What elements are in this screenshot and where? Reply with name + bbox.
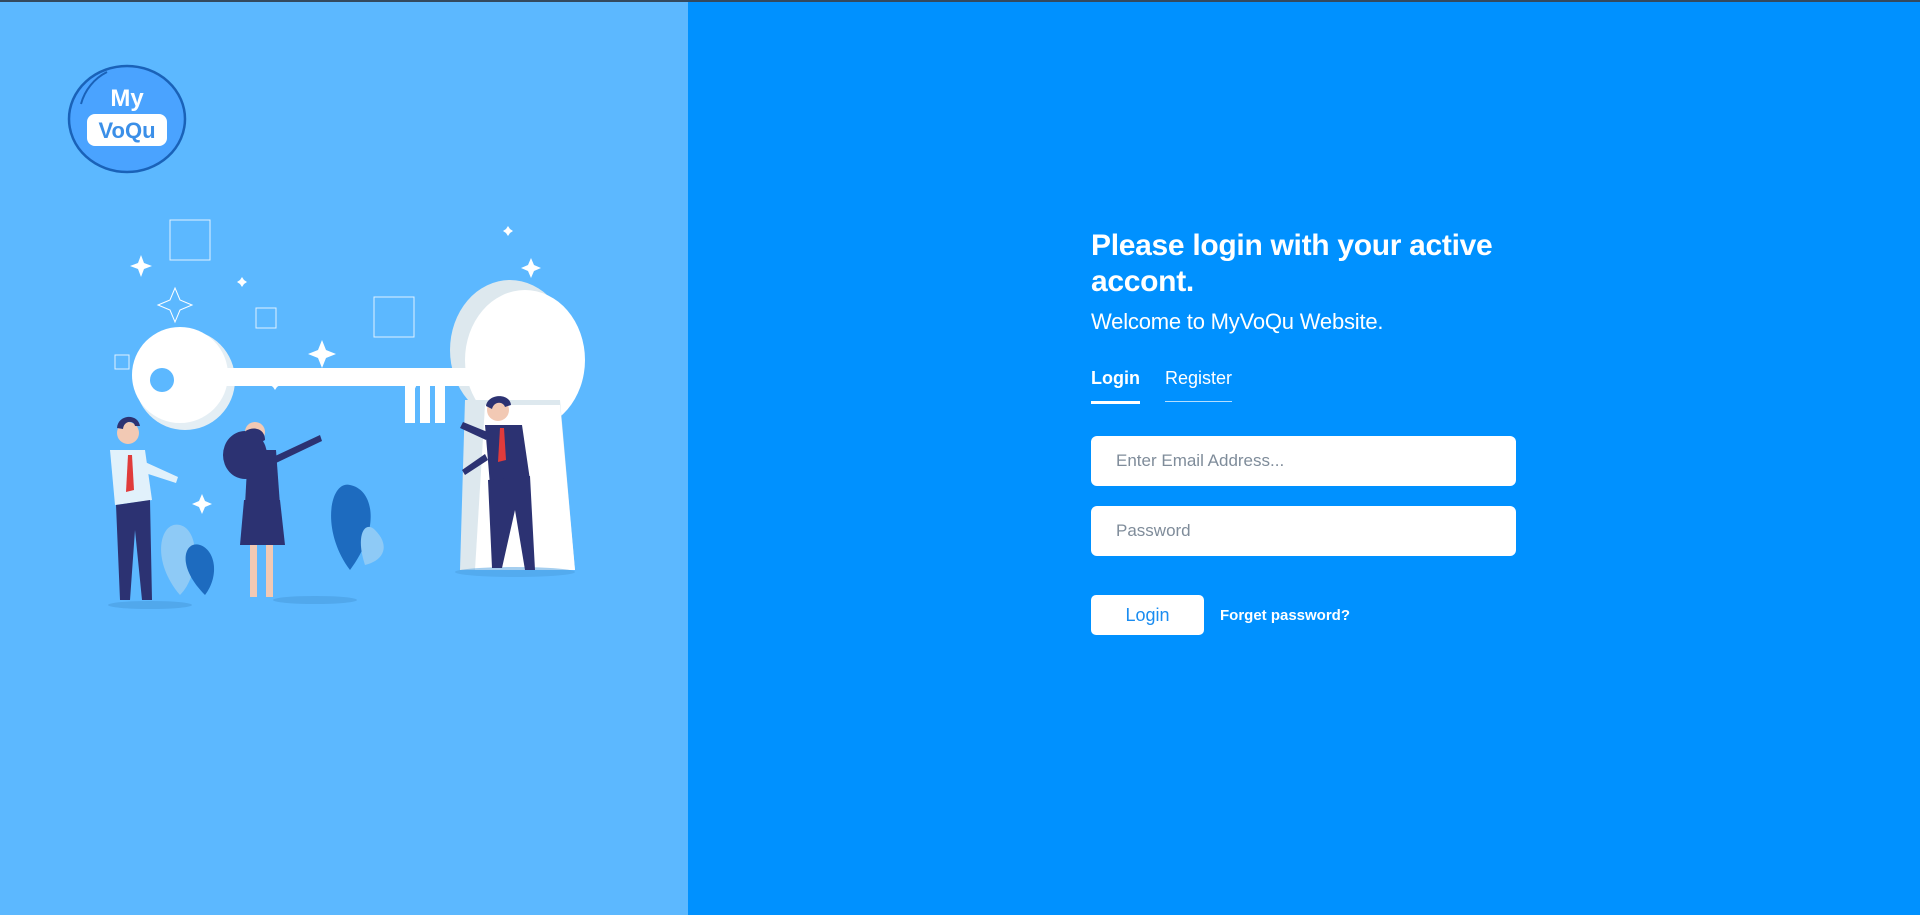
auth-tabs: Login Register xyxy=(1091,366,1516,408)
page-title: Please login with your active accont. xyxy=(1091,229,1493,298)
login-button[interactable]: Login xyxy=(1091,595,1204,635)
tab-login[interactable]: Login xyxy=(1091,366,1140,404)
login-page: My VoQu Please login with your active ac… xyxy=(0,0,1920,915)
welcome-subtitle: Welcome to MyVoQu Website. xyxy=(1091,309,1384,334)
tab-register[interactable]: Register xyxy=(1164,366,1233,402)
people-carrying-key-illustration xyxy=(108,219,585,609)
forgot-password-link[interactable]: Forget password? xyxy=(1220,607,1350,624)
woman-holding-key-figure xyxy=(223,422,322,597)
login-form: Please login with your active accont. We… xyxy=(1091,228,1516,635)
logo-text-bottom: VoQu xyxy=(98,118,155,143)
illustration-panel: My VoQu xyxy=(0,0,688,915)
myvoqu-logo-icon[interactable]: My VoQu xyxy=(67,64,187,174)
logo-text-top: My xyxy=(110,85,144,112)
top-border xyxy=(0,0,1920,2)
email-field[interactable] xyxy=(1091,436,1516,486)
login-panel: Please login with your active accont. We… xyxy=(688,0,1920,915)
form-actions: Login Forget password? xyxy=(1091,595,1516,635)
password-field[interactable] xyxy=(1091,506,1516,556)
